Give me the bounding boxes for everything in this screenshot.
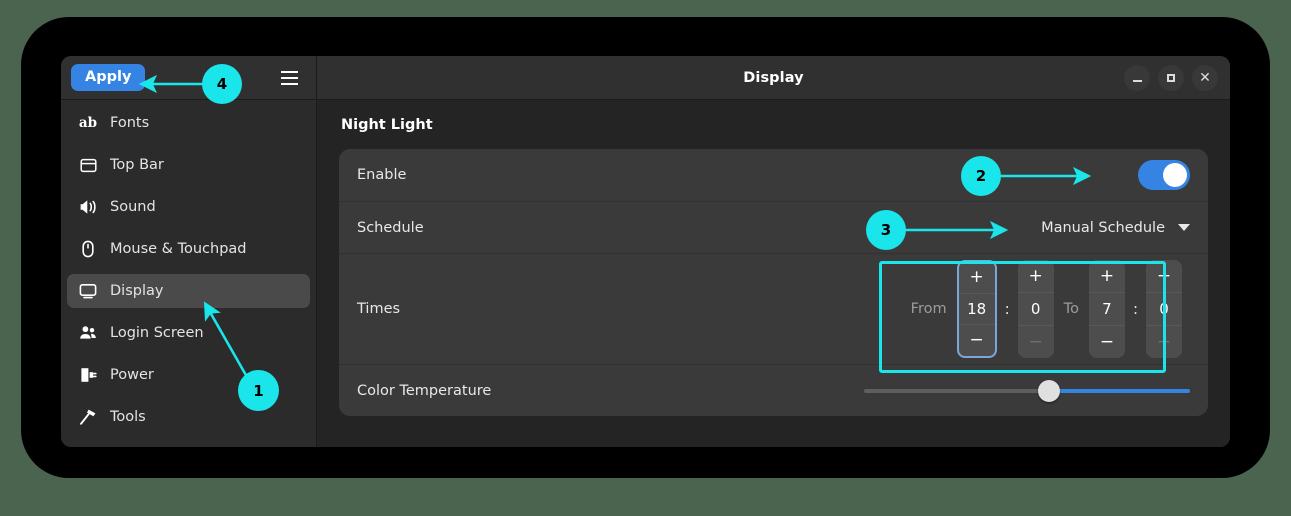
schedule-label: Schedule (357, 219, 424, 236)
slider-handle[interactable] (1038, 379, 1060, 402)
schedule-row: Schedule Manual Schedule (339, 201, 1208, 253)
annotation-badge-4: 4 (202, 64, 242, 104)
badge-number: 1 (253, 381, 264, 400)
annotation-badge-3: 3 (866, 210, 906, 250)
sidebar-item-top-bar[interactable]: Top Bar (67, 148, 310, 182)
hamburger-menu-icon[interactable] (274, 63, 304, 93)
annotation-badge-2: 2 (961, 156, 1001, 196)
slider-track-right (1044, 388, 1190, 393)
annotation-badge-1: 1 (238, 370, 279, 411)
menu-line (280, 70, 298, 73)
sound-speaker-icon (79, 198, 97, 216)
badge-number: 2 (975, 167, 987, 185)
minimize-icon[interactable] (1124, 64, 1150, 91)
menu-line (280, 82, 298, 85)
fonts-ab-icon: ab (78, 115, 98, 131)
sidebar-item-login-screen[interactable]: Login Screen (67, 316, 310, 350)
headerbar-right: Display ✕ (317, 56, 1230, 99)
sidebar-item-mouse-touchpad[interactable]: Mouse & Touchpad (67, 232, 310, 266)
badge-number: 3 (880, 221, 892, 239)
schedule-value: Manual Schedule (1041, 219, 1165, 236)
menu-line (280, 76, 298, 79)
toggle-knob (1163, 163, 1187, 187)
settings-sidebar: ab Fonts Top Bar Sound Mouse & Touchpad … (61, 100, 317, 447)
sidebar-item-label: Tools (110, 409, 146, 425)
sidebar-item-label: Login Screen (110, 325, 204, 341)
apply-button[interactable]: Apply (71, 63, 146, 92)
window-title: Display (743, 69, 804, 86)
color-temperature-label: Color Temperature (357, 382, 492, 399)
enable-toggle[interactable] (1138, 160, 1190, 190)
sidebar-item-label: Fonts (110, 115, 150, 131)
mouse-icon (79, 240, 97, 258)
sidebar-item-label: Mouse & Touchpad (110, 241, 247, 257)
maximize-icon[interactable] (1158, 64, 1184, 91)
display-monitor-icon (79, 282, 97, 300)
enable-row: Enable (339, 149, 1208, 201)
sidebar-item-fonts[interactable]: ab Fonts (67, 106, 310, 140)
sidebar-item-sound[interactable]: Sound (67, 190, 310, 224)
schedule-dropdown[interactable]: Manual Schedule (1041, 220, 1190, 236)
sidebar-item-label: Power (110, 367, 154, 383)
people-icon (79, 324, 97, 342)
sidebar-item-label: Top Bar (110, 157, 164, 173)
power-plug-icon (79, 366, 97, 384)
enable-label: Enable (357, 167, 407, 183)
times-highlight-box (879, 261, 1166, 373)
times-label: Times (357, 301, 401, 317)
hammer-tools-icon (79, 408, 97, 426)
window-controls: ✕ (1124, 64, 1218, 91)
badge-number: 4 (216, 75, 228, 93)
close-glyph: ✕ (1199, 69, 1211, 86)
color-temperature-slider[interactable] (864, 379, 1190, 402)
chevron-down-icon (1178, 224, 1190, 231)
sidebar-item-tools[interactable]: Tools (67, 400, 310, 434)
close-icon[interactable]: ✕ (1192, 64, 1218, 91)
sidebar-item-label: Sound (110, 199, 156, 215)
sidebar-item-display[interactable]: Display (67, 274, 310, 308)
sidebar-item-label: Display (110, 283, 164, 299)
headerbar-left: Apply (61, 56, 317, 99)
section-title: Night Light (341, 117, 433, 133)
slider-track-left (864, 388, 1050, 393)
display-settings-window: Apply Display ✕ ab Fonts Top Bar Sound M… (61, 56, 1230, 447)
top-bar-icon (79, 156, 97, 174)
